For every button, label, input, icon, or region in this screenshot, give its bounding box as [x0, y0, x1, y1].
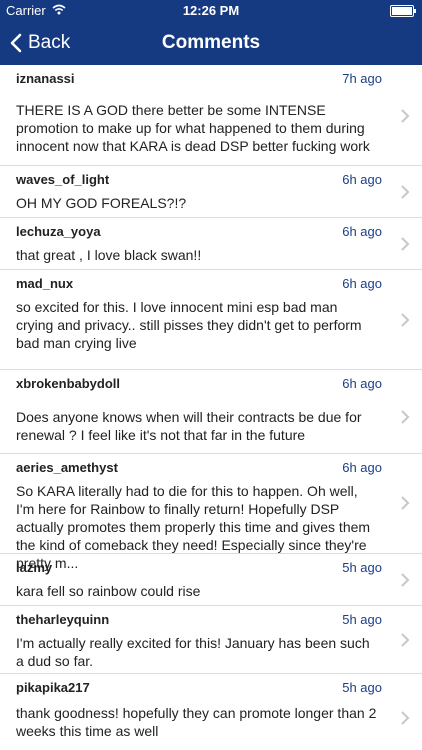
chevron-right-icon: [401, 711, 410, 725]
comment-time: 6h ago: [342, 460, 382, 475]
back-button[interactable]: Back: [10, 20, 70, 65]
comment-username: lechuza_yoya: [16, 224, 101, 239]
comment-row[interactable]: waves_of_light 6h ago OH MY GOD FOREALS?…: [0, 166, 422, 218]
comment-text: thank goodness! hopefully they can promo…: [16, 705, 377, 739]
comment-text: so excited for this. I love innocent min…: [16, 299, 362, 351]
comment-text: kara fell so rainbow could rise: [16, 583, 201, 599]
comment-username: xbrokenbabydoll: [16, 376, 121, 391]
comment-username: theharleyquinn: [16, 612, 110, 627]
chevron-right-icon: [401, 313, 410, 327]
comment-username: pikapika217: [16, 680, 90, 695]
chevron-right-icon: [401, 573, 410, 587]
comment-row[interactable]: aeries_amethyst 6h ago So KARA literally…: [0, 454, 422, 571]
comment-username: iznanassi: [16, 71, 75, 86]
comment-text: Does anyone knows when will their contra…: [16, 409, 362, 443]
comment-row[interactable]: iznanassi 7h ago THERE IS A GOD there be…: [0, 65, 422, 166]
comment-time: 6h ago: [342, 224, 382, 239]
comment-time: 5h ago: [342, 612, 382, 627]
chevron-left-icon: [10, 33, 22, 52]
back-label: Back: [28, 31, 71, 53]
comment-row[interactable]: lazmy 5h ago kara fell so rainbow could …: [0, 554, 422, 606]
comment-username: lazmy: [16, 560, 53, 575]
comment-text: that great , I love black swan!!: [16, 247, 202, 263]
status-bar: Carrier 12:26 PM: [0, 0, 422, 20]
comment-row[interactable]: lechuza_yoya 6h ago that great , I love …: [0, 218, 422, 270]
comment-time: 5h ago: [342, 680, 382, 695]
comment-row[interactable]: mad_nux 6h ago so excited for this. I lo…: [0, 270, 422, 370]
comment-row[interactable]: theharleyquinn 5h ago I'm actually reall…: [0, 606, 422, 674]
comment-username: waves_of_light: [16, 172, 110, 187]
navigation-bar: Back Comments: [0, 20, 422, 65]
comment-row[interactable]: xbrokenbabydoll 6h ago Does anyone knows…: [0, 370, 422, 454]
comment-time: 6h ago: [342, 276, 382, 291]
comment-row[interactable]: pikapika217 5h ago thank goodness! hopef…: [0, 674, 422, 744]
chevron-right-icon: [401, 185, 410, 199]
comment-time: 5h ago: [342, 560, 382, 575]
chevron-right-icon: [401, 496, 410, 510]
chevron-right-icon: [401, 237, 410, 251]
chevron-right-icon: [401, 633, 410, 647]
chevron-right-icon: [401, 109, 410, 123]
comment-time: 6h ago: [342, 376, 382, 391]
comment-text: THERE IS A GOD there better be some INTE…: [16, 102, 370, 154]
comment-text: I'm actually really excited for this! Ja…: [16, 635, 370, 669]
comment-username: mad_nux: [16, 276, 74, 291]
chevron-right-icon: [401, 410, 410, 424]
battery-icon: [390, 5, 416, 17]
comment-username: aeries_amethyst: [16, 460, 118, 475]
clock: 12:26 PM: [182, 3, 240, 18]
comment-time: 7h ago: [342, 71, 382, 86]
comment-list: iznanassi 7h ago THERE IS A GOD there be…: [0, 65, 422, 744]
comment-text: OH MY GOD FOREALS?!?: [16, 195, 187, 211]
comment-time: 6h ago: [342, 172, 382, 187]
